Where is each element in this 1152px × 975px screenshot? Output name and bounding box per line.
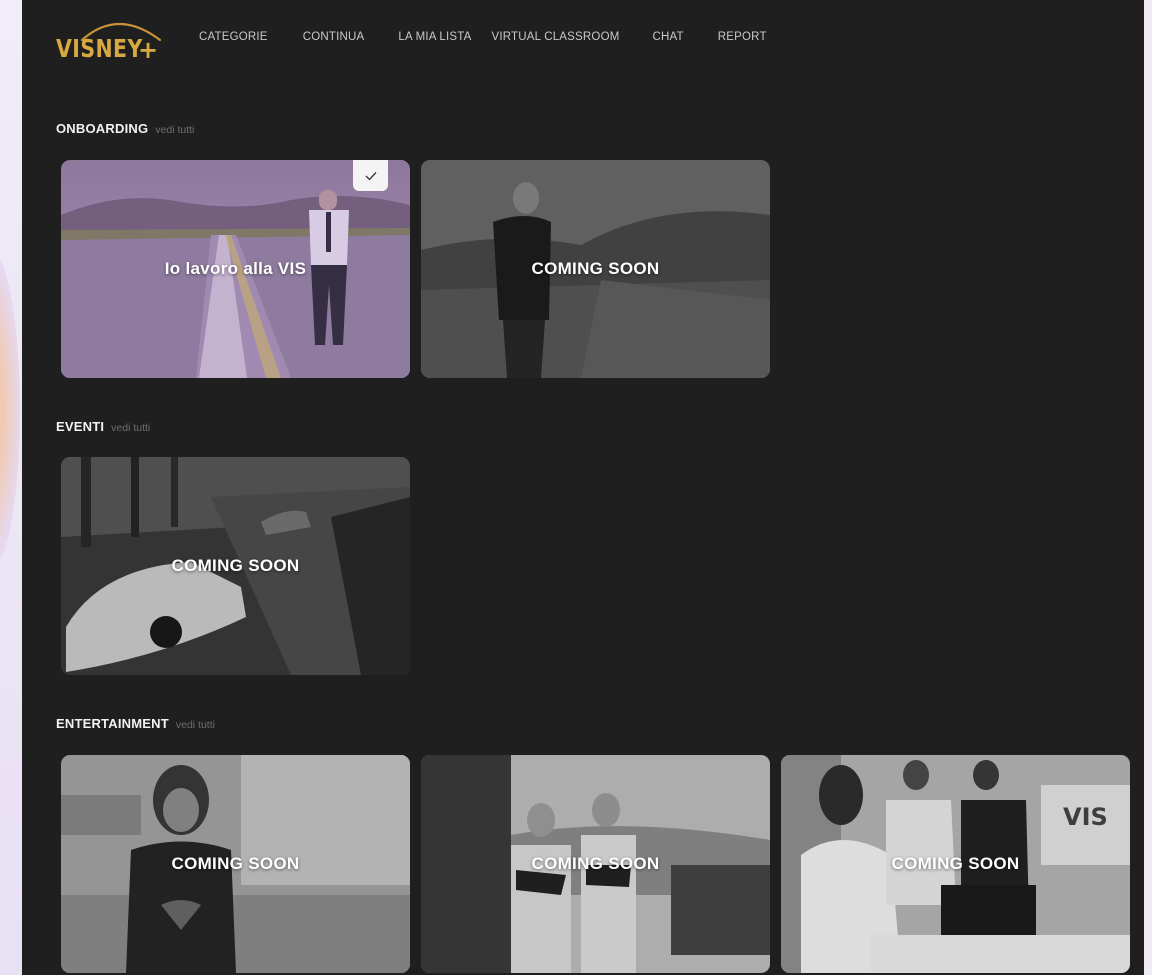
app-window: VISNEY + CATEGORIE CONTINUA LA MIA LISTA… [22,0,1144,975]
see-all-link[interactable]: vedi tutti [111,422,150,434]
section-header-eventi: EVENTI vedi tutti [56,419,150,434]
video-card[interactable]: COMING SOON [61,755,410,973]
nav-item-categorie[interactable]: CATEGORIE [199,31,268,43]
card-title: COMING SOON [531,259,660,278]
video-card[interactable]: COMING SOON [421,160,770,378]
logo-text: VISNEY [56,34,143,63]
page-background-right [1144,0,1152,975]
video-card[interactable]: Io lavoro alla VIS [61,160,410,378]
page-background-left [0,0,22,975]
card-title: COMING SOON [531,854,660,873]
card-title: COMING SOON [171,556,300,575]
main-nav: CATEGORIE CONTINUA LA MIA LISTA VIRTUAL … [199,31,801,43]
section-header-entertainment: ENTERTAINMENT vedi tutti [56,716,215,731]
video-card[interactable]: VIS COMING SOON [781,755,1130,973]
card-title: COMING SOON [891,854,1020,873]
nav-item-la-mia-lista[interactable]: LA MIA LISTA [398,31,471,43]
section-title: ENTERTAINMENT [56,716,169,731]
background-decoration [0,250,20,570]
card-title: COMING SOON [171,854,300,873]
checkmark-icon[interactable] [353,160,388,191]
nav-item-continua[interactable]: CONTINUA [303,31,365,43]
nav-item-virtual-classroom[interactable]: VIRTUAL CLASSROOM [491,31,619,43]
section-title: ONBOARDING [56,121,149,136]
section-title: EVENTI [56,419,105,434]
card-title: Io lavoro alla VIS [164,259,307,278]
see-all-link[interactable]: vedi tutti [155,124,194,136]
logo-plus: + [138,36,159,64]
top-navigation-bar: VISNEY + CATEGORIE CONTINUA LA MIA LISTA… [22,0,1144,80]
section-header-onboarding: ONBOARDING vedi tutti [56,121,194,136]
video-card[interactable]: COMING SOON [421,755,770,973]
visney-logo[interactable]: VISNEY + [56,14,166,66]
video-card[interactable]: COMING SOON [61,457,410,675]
nav-item-chat[interactable]: CHAT [653,31,684,43]
see-all-link[interactable]: vedi tutti [176,719,215,731]
nav-item-report[interactable]: REPORT [718,31,767,43]
